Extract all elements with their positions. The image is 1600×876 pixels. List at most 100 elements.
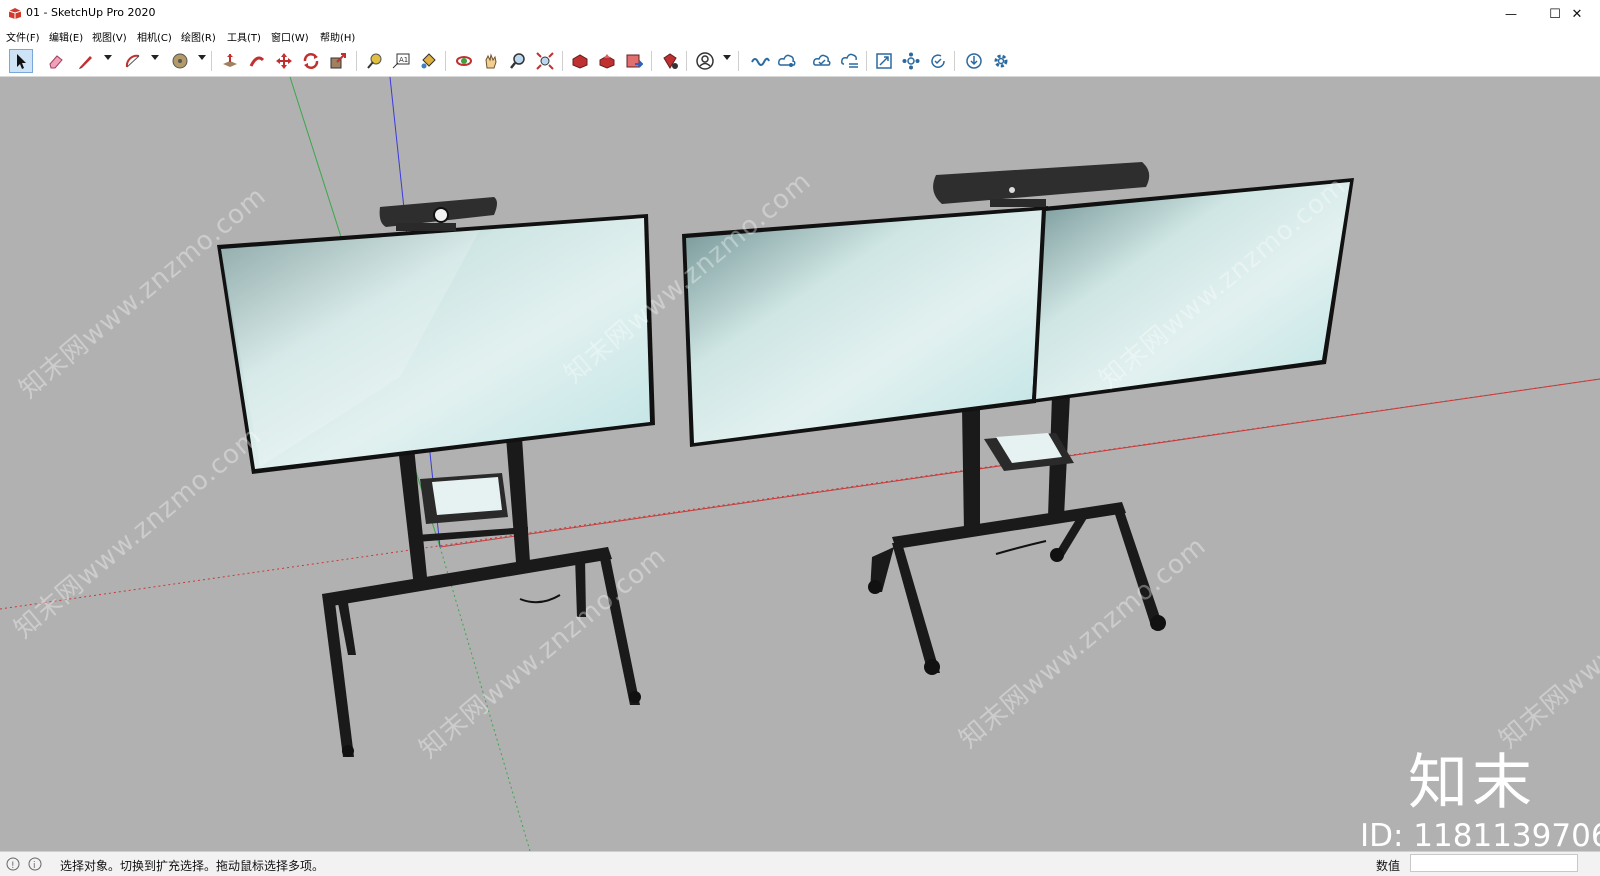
- extension-manager-button[interactable]: [658, 49, 682, 73]
- left-crossbar: [416, 527, 528, 542]
- menu-view[interactable]: 视图(V): [92, 29, 127, 44]
- right-camera-bar: [933, 162, 1150, 204]
- extension-warehouse-button[interactable]: [595, 49, 619, 73]
- minimize-button[interactable]: —: [1488, 0, 1534, 28]
- send-to-layout-button[interactable]: [622, 49, 646, 73]
- cloud-upload-icon: [841, 53, 858, 68]
- line-dropdown-arrow[interactable]: [104, 55, 112, 60]
- line-tool-button[interactable]: [74, 49, 98, 73]
- right-pole-1: [962, 407, 980, 532]
- share-button[interactable]: [775, 49, 799, 73]
- trimble-connect-button[interactable]: [748, 49, 772, 73]
- arc-tool-button[interactable]: [121, 49, 145, 73]
- follow-me-tool-button[interactable]: [245, 49, 269, 73]
- toolbar-separator: [866, 51, 867, 71]
- follow-me-icon: [249, 56, 265, 67]
- cloud-check-icon: [813, 54, 831, 66]
- info-icon[interactable]: i: [28, 857, 42, 871]
- svg-text:A1: A1: [399, 56, 408, 64]
- right-wheel-1: [924, 659, 940, 675]
- orbit-tool-button[interactable]: [452, 49, 476, 73]
- menu-help[interactable]: 帮助(H): [320, 29, 355, 44]
- arc-dropdown-arrow[interactable]: [151, 55, 159, 60]
- menu-file[interactable]: 文件(F): [6, 29, 40, 44]
- settings-button[interactable]: [989, 49, 1013, 73]
- menu-draw[interactable]: 绘图(R): [181, 29, 216, 44]
- svg-text:i: i: [33, 861, 36, 871]
- toolbar-separator: [356, 51, 357, 71]
- close-button[interactable]: ✕: [1554, 0, 1600, 28]
- status-message: 选择对象。切换到扩充选择。拖动鼠标选择多项。: [60, 859, 325, 873]
- right-wheel-4: [1050, 548, 1064, 562]
- refresh-check-button[interactable]: [926, 49, 950, 73]
- shape-button[interactable]: [872, 49, 896, 73]
- 3d-warehouse-icon: [572, 54, 588, 69]
- eraser-icon: [49, 55, 63, 69]
- user-account-button[interactable]: [693, 49, 717, 73]
- text-tool-button[interactable]: A1: [389, 49, 413, 73]
- watermark-id: ID: 1181139706: [1360, 818, 1600, 851]
- scale-icon: [330, 53, 346, 69]
- model-viewport[interactable]: 知末网www.znzmo.com 知末网www.znzmo.com 知末网www…: [0, 77, 1600, 851]
- menu-camera[interactable]: 相机(C): [137, 29, 172, 44]
- zoom-extents-tool-button[interactable]: [533, 49, 557, 73]
- measurements-input[interactable]: [1410, 854, 1578, 872]
- paint-bucket-icon: [421, 53, 436, 69]
- paint-bucket-tool-button[interactable]: [416, 49, 440, 73]
- download-button[interactable]: [962, 49, 986, 73]
- orbit-icon: [456, 56, 472, 66]
- component-button[interactable]: [899, 49, 923, 73]
- menu-tools[interactable]: 工具(T): [227, 29, 261, 44]
- component-icon: [902, 52, 920, 70]
- menu-window[interactable]: 窗口(W): [271, 29, 309, 44]
- right-leg-1: [892, 543, 940, 673]
- share-icon: [778, 54, 796, 67]
- window-title: 01 - SketchUp Pro 2020: [26, 6, 156, 19]
- extension-manager-icon: [663, 53, 678, 69]
- right-wheel-3: [868, 580, 882, 594]
- zoom-extents-icon: [536, 52, 554, 70]
- shapes-dropdown-arrow[interactable]: [198, 55, 206, 60]
- left-display-stand[interactable]: [217, 197, 655, 757]
- pan-tool-button[interactable]: [479, 49, 503, 73]
- user-dropdown-arrow[interactable]: [723, 55, 731, 60]
- tape-measure-tool-button[interactable]: [362, 49, 386, 73]
- shapes-tool-button[interactable]: [168, 49, 192, 73]
- move-tool-button[interactable]: [272, 49, 296, 73]
- toolbar: A1: [0, 46, 1600, 77]
- tape-measure-icon: [367, 53, 382, 69]
- push-pull-tool-button[interactable]: [218, 49, 242, 73]
- toolbar-separator: [651, 51, 652, 71]
- left-pole-2: [506, 437, 530, 562]
- toolbar-separator: [686, 51, 687, 71]
- cloud-check-button[interactable]: [810, 49, 834, 73]
- toolbar-separator: [211, 51, 212, 71]
- zoom-tool-button[interactable]: [506, 49, 530, 73]
- menu-edit[interactable]: 编辑(E): [49, 29, 83, 44]
- text-icon: A1: [392, 53, 410, 69]
- move-icon: [276, 53, 292, 69]
- pencil-line-icon: [79, 56, 92, 69]
- shapes-icon: [172, 53, 188, 69]
- close-icon: ✕: [1571, 6, 1583, 22]
- 3d-warehouse-button[interactable]: [568, 49, 592, 73]
- menu-bar: 文件(F) 编辑(E) 视图(V) 相机(C) 绘图(R) 工具(T) 窗口(W…: [0, 28, 1600, 46]
- left-pole-1: [398, 447, 428, 587]
- select-tool-button[interactable]: [9, 49, 33, 73]
- right-cable: [995, 540, 1047, 555]
- arc-icon: [125, 54, 140, 68]
- shape-icon: [876, 53, 892, 69]
- refresh-check-icon: [931, 54, 945, 68]
- geolocation-icon[interactable]: !: [6, 857, 20, 871]
- scale-tool-button[interactable]: [326, 49, 350, 73]
- cloud-upload-button[interactable]: [838, 49, 862, 73]
- toolbar-separator: [445, 51, 446, 71]
- download-icon: [966, 53, 982, 69]
- eraser-tool-button[interactable]: [44, 49, 68, 73]
- left-cable: [519, 594, 561, 604]
- toolbar-separator: [562, 51, 563, 71]
- left-camera-mount: [396, 223, 456, 231]
- right-wheel-2: [1150, 615, 1166, 631]
- left-shelf-device: [432, 477, 502, 515]
- rotate-tool-button[interactable]: [299, 49, 323, 73]
